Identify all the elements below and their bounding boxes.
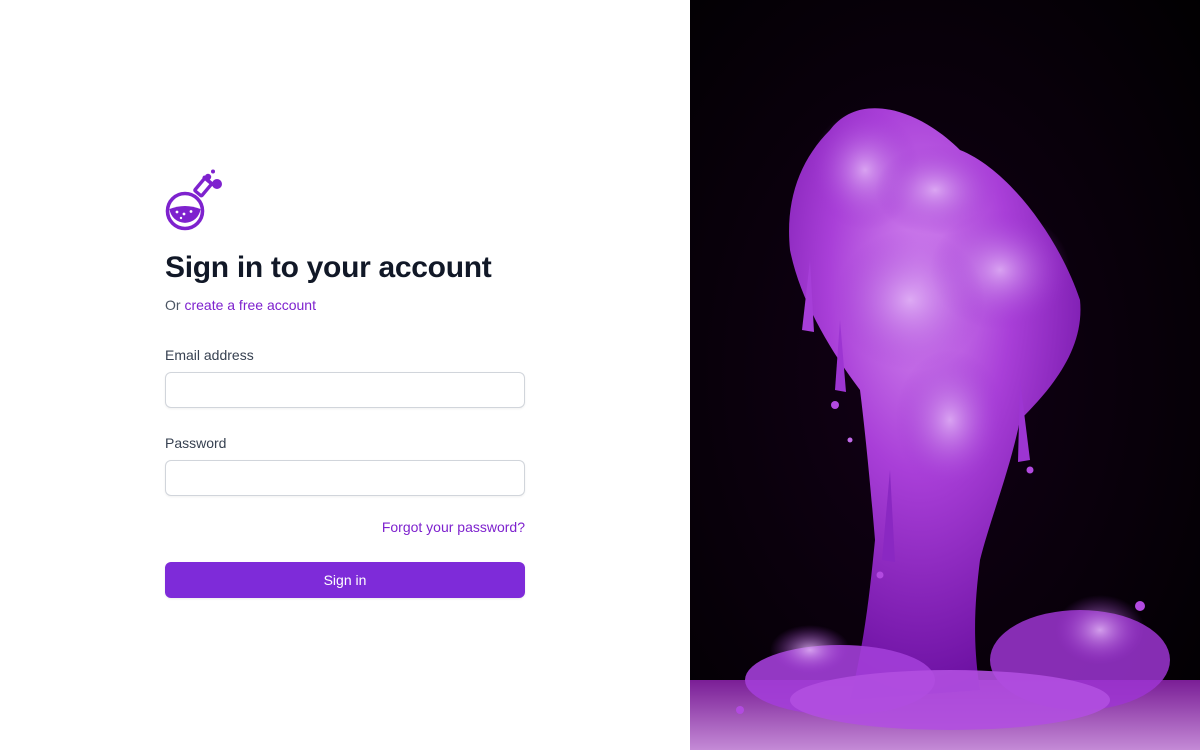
password-field[interactable] xyxy=(165,460,525,496)
hero-panel xyxy=(690,0,1200,750)
sign-in-button[interactable]: Sign in xyxy=(165,562,525,598)
signin-panel: Sign in to your account Or create a free… xyxy=(0,0,690,750)
password-label: Password xyxy=(165,435,227,451)
forgot-password-link[interactable]: Forgot your password? xyxy=(382,519,525,535)
signup-prompt-prefix: Or xyxy=(165,297,181,313)
signup-prompt: Or create a free account xyxy=(165,295,525,315)
forgot-row: Forgot your password? xyxy=(165,517,525,537)
flask-icon xyxy=(165,169,222,231)
signin-form: Sign in to your account Or create a free… xyxy=(165,168,525,598)
create-account-link[interactable]: create a free account xyxy=(184,297,316,313)
email-label: Email address xyxy=(165,347,254,363)
page-title: Sign in to your account xyxy=(165,251,492,284)
email-field[interactable] xyxy=(165,372,525,408)
purple-ink-splash-image xyxy=(690,0,1200,750)
